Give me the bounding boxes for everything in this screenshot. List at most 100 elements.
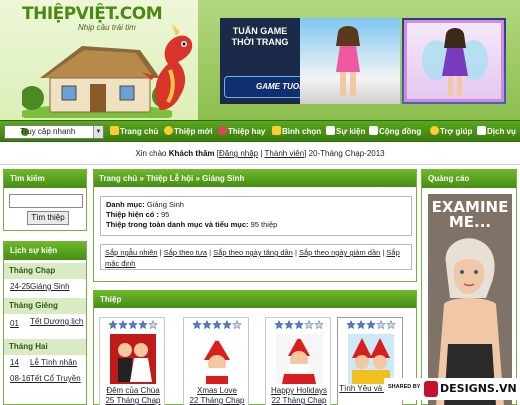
rating-star-icon bbox=[366, 320, 376, 330]
help-icon bbox=[430, 126, 439, 135]
event-date[interactable]: 24-25 bbox=[10, 282, 30, 291]
event-name[interactable]: Giáng Sinh bbox=[30, 282, 70, 291]
sort-title-link[interactable]: Sắp theo tựa bbox=[164, 248, 207, 257]
rating-star-icon bbox=[314, 320, 324, 330]
rating-star-icon bbox=[356, 320, 366, 330]
total-label: Thiệp trong toàn danh mục và tiểu mục: bbox=[106, 220, 249, 229]
cart-icon bbox=[477, 126, 486, 135]
rating-star-icon bbox=[232, 320, 242, 330]
nav-vote[interactable]: Bình chọn bbox=[272, 126, 321, 136]
category-line: Danh mục: Giáng Sinh bbox=[106, 200, 406, 210]
event-name[interactable]: Tết Cổ Truyền bbox=[30, 374, 81, 383]
dragon-mascot bbox=[142, 24, 193, 110]
sort-date-asc-link[interactable]: Sắp theo ngày tăng dần bbox=[213, 248, 293, 257]
nav-events[interactable]: Sự kiện bbox=[326, 126, 365, 136]
ad-fairy-figure bbox=[422, 28, 488, 96]
rating-star-icon bbox=[128, 320, 138, 330]
category-value: Giáng Sinh bbox=[146, 200, 184, 209]
rating-stars bbox=[346, 320, 396, 330]
watermark: SHARED BY DESIGNS.VN bbox=[384, 378, 518, 400]
category-info: Danh mục: Giáng Sinh Thiệp hiện có : 95 … bbox=[100, 196, 412, 236]
card-thumbnail-santa-holiday[interactable] bbox=[276, 334, 322, 384]
card-thumbnail-couple[interactable] bbox=[110, 334, 156, 384]
breadcrumb[interactable]: Trang chủ » Thiệp Lễ hội » Giáng Sinh bbox=[94, 170, 416, 187]
rating-star-icon bbox=[304, 320, 314, 330]
chevron-down-icon: ▼ bbox=[93, 126, 103, 138]
card-item[interactable]: Xmas Love 22 Tháng Chạp bbox=[183, 317, 249, 405]
calendar-icon bbox=[326, 126, 335, 135]
event-date[interactable]: 01 bbox=[10, 319, 19, 328]
sort-random-link[interactable]: Sắp ngẫu nhiên bbox=[105, 248, 158, 257]
rating-star-icon bbox=[212, 320, 222, 330]
card-title[interactable]: Đêm của Chúa bbox=[100, 386, 166, 395]
month-header: Tháng Chạp bbox=[4, 263, 86, 279]
register-link[interactable]: Thành viên bbox=[265, 149, 305, 158]
cards-panel: Thiệp Đêm của Chúa 25 Tháng Chạp Xmas Lo… bbox=[93, 290, 417, 405]
event-date[interactable]: 08-16 bbox=[10, 374, 30, 383]
card-item[interactable]: Happy Holidays 22 Tháng Chạp bbox=[265, 317, 331, 405]
ad-headline: EXAMINE ME... bbox=[431, 198, 509, 231]
nav-help-label: Trợ giúp bbox=[440, 127, 473, 136]
card-date: 22 Tháng Chạp bbox=[189, 396, 245, 405]
current-date: 20-Tháng Chạp-2013 bbox=[308, 149, 385, 158]
nav-new-label: Thiệp mới bbox=[174, 127, 213, 136]
nav-community-label: Cộng đồng bbox=[379, 127, 422, 136]
events-calendar-panel: Lịch sự kiện Tháng Chạp 24-25 Giáng Sinh… bbox=[3, 241, 87, 405]
card-thumbnail-gnomes[interactable] bbox=[348, 334, 394, 384]
card-thumbnail-santa[interactable] bbox=[194, 334, 240, 384]
site-banner: THIỆPVIỆT.COM Nhịp cầu trái tim TUẤN GAM… bbox=[0, 0, 520, 120]
new-icon bbox=[164, 126, 173, 135]
nav-best[interactable]: Thiệp hay bbox=[218, 126, 265, 136]
nav-help[interactable]: Trợ giúp bbox=[430, 126, 472, 136]
rating-star-icon bbox=[148, 320, 158, 330]
month-header: Tháng Giêng bbox=[4, 298, 86, 314]
ad-title: TUẤN GAME THỜI TRANG bbox=[231, 26, 289, 47]
event-date[interactable]: 14 bbox=[10, 358, 19, 367]
sort-date-desc-link[interactable]: Sắp theo ngày giảm dần bbox=[299, 248, 380, 257]
ad-image[interactable]: EXAMINE ME... bbox=[428, 194, 512, 405]
rating-star-icon bbox=[346, 320, 356, 330]
main-navbar: Truy cập nhanh ▼ Trang chủ Thiệp mới Thi… bbox=[0, 120, 520, 142]
rating-star-icon bbox=[274, 320, 284, 330]
rating-star-icon bbox=[202, 320, 212, 330]
search-input[interactable] bbox=[9, 194, 83, 208]
count-value: 95 bbox=[161, 210, 170, 219]
event-item[interactable]: 14 Lễ Tình nhân bbox=[4, 355, 86, 371]
event-item[interactable]: 24-25 Giáng Sinh bbox=[4, 279, 86, 295]
watermark-site: DESIGNS.VN bbox=[440, 382, 517, 395]
nav-services-label: Dịch vụ bbox=[487, 127, 516, 136]
quick-access-select[interactable]: Truy cập nhanh ▼ bbox=[4, 125, 104, 139]
count-line: Thiệp hiện có : 95 bbox=[106, 210, 406, 220]
rating-stars bbox=[274, 320, 324, 330]
greeting-text: Xin chào bbox=[135, 149, 167, 158]
event-name[interactable]: Tết Dương lịch bbox=[30, 317, 84, 326]
star-icon bbox=[272, 126, 281, 135]
card-item[interactable]: Đêm của Chúa 25 Tháng Chạp bbox=[99, 317, 165, 405]
rating-star-icon bbox=[192, 320, 202, 330]
search-button[interactable]: Tìm thiệp bbox=[27, 211, 69, 225]
nav-community[interactable]: Cộng đồng bbox=[369, 126, 421, 136]
event-item[interactable]: 08-16 Tết Cổ Truyền bbox=[4, 371, 86, 387]
designs-logo-icon bbox=[424, 381, 438, 397]
rating-star-icon bbox=[118, 320, 128, 330]
event-item[interactable]: 01 Tết Dương lịch bbox=[4, 314, 86, 336]
ads-panel: Quảng cáo EXAMINE ME... bbox=[421, 169, 517, 405]
rating-star-icon bbox=[138, 320, 148, 330]
card-title[interactable]: Happy Holidays bbox=[266, 386, 332, 395]
nav-best-label: Thiệp hay bbox=[228, 127, 266, 136]
rating-star-icon bbox=[284, 320, 294, 330]
ads-panel-title: Quảng cáo bbox=[422, 170, 516, 188]
nav-home[interactable]: Trang chủ bbox=[110, 126, 158, 136]
watermark-shared-by: SHARED BY bbox=[388, 384, 421, 390]
card-title[interactable]: Xmas Love bbox=[184, 386, 250, 395]
nav-new[interactable]: Thiệp mới bbox=[164, 126, 213, 136]
nav-home-label: Trang chủ bbox=[120, 127, 159, 136]
login-link[interactable]: Đăng nhập bbox=[219, 149, 258, 158]
event-name[interactable]: Lễ Tình nhân bbox=[30, 358, 77, 367]
category-label: Danh mục: bbox=[106, 200, 145, 209]
guest-name: Khách thăm bbox=[168, 149, 215, 158]
nav-services[interactable]: Dịch vụ bbox=[477, 126, 516, 136]
count-label: Thiệp hiện có : bbox=[106, 210, 159, 219]
rating-star-icon bbox=[294, 320, 304, 330]
rating-star-icon bbox=[222, 320, 232, 330]
